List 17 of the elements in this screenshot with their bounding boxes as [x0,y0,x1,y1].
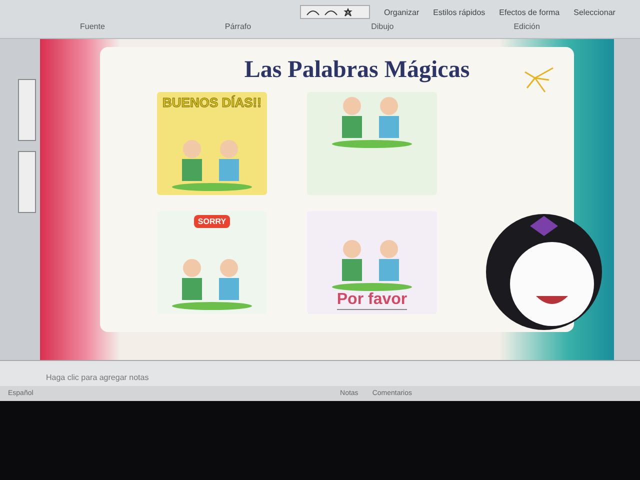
illustration-caption: Por favor [336,291,408,310]
illustration-caption: BUENOS DÍAS!! [162,96,262,110]
ribbon-command[interactable]: Efectos de forma [499,8,560,16]
ribbon-command[interactable]: Organizar [384,8,420,16]
notes-field[interactable]: Haga clic para agregar notas [46,373,346,382]
slide-thumbnail[interactable] [18,151,36,213]
ribbon-command[interactable]: Seleccionar [574,8,616,16]
ribbon-group-label: Párrafo [224,22,252,31]
shape-gallery[interactable] [300,5,370,19]
ribbon-command[interactable]: Estilos rápidos [433,8,486,16]
slide-title: Las Palabras Mágicas [244,57,470,84]
sparkle-icon [524,67,554,93]
illustration-caption: SORRY [194,215,230,228]
slide-thumbnail[interactable] [18,79,36,141]
ribbon-group-label: Edición [514,22,540,31]
ribbon-group-label: Dibujo [371,22,394,31]
ribbon-group-label: Fuente [80,22,105,31]
